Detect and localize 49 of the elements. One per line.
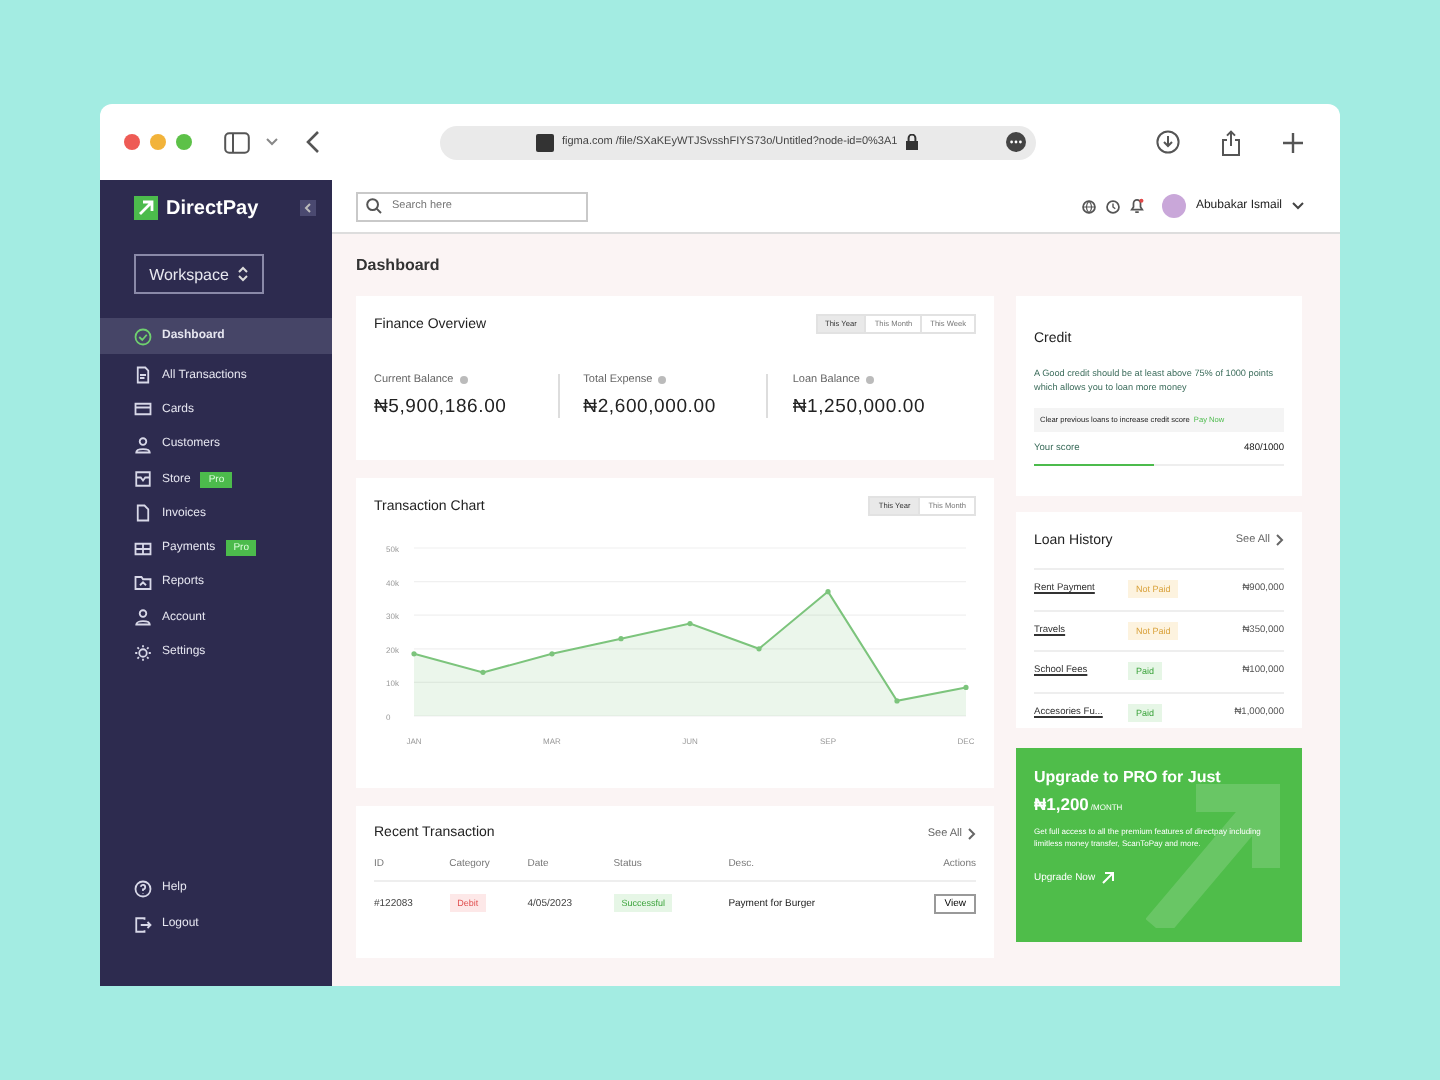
sidebar-toggle-icon[interactable]	[224, 131, 250, 153]
file-icon	[134, 504, 152, 523]
person-icon	[134, 435, 152, 454]
download-icon[interactable]	[1156, 130, 1180, 154]
add-tab-icon[interactable]	[1282, 131, 1304, 153]
close-window-icon[interactable]	[124, 134, 140, 150]
price: ₦1,200	[1034, 794, 1089, 814]
stat-value: ₦1,250,000.00	[792, 396, 928, 418]
more-icon[interactable]	[1006, 132, 1026, 152]
folder-icon	[134, 573, 152, 592]
help-icon	[134, 879, 152, 898]
collapse-icon[interactable]	[300, 200, 316, 216]
data-point	[618, 636, 624, 642]
data-point	[480, 669, 486, 675]
person-icon	[134, 608, 152, 627]
chevron-right-icon	[1276, 534, 1284, 546]
data-point	[756, 646, 762, 652]
back-icon[interactable]	[306, 130, 320, 154]
gear-icon	[134, 643, 152, 662]
site-icon	[536, 133, 554, 151]
arrow-up-right-icon	[1101, 871, 1114, 884]
document-icon	[134, 366, 152, 385]
card-icon	[134, 400, 152, 419]
data-point	[894, 698, 900, 704]
data-point	[825, 589, 831, 595]
sort-icon	[238, 266, 249, 282]
page-title: Dashboard	[356, 254, 442, 278]
logo-text: DirectPay	[166, 197, 259, 219]
logout-icon	[134, 915, 152, 934]
chevron-down-icon[interactable]	[1292, 202, 1304, 210]
box-icon	[134, 470, 152, 489]
upgrade-title: Upgrade to PRO for Just	[1034, 768, 1223, 786]
globe-icon[interactable]	[1081, 199, 1096, 213]
workspace-selector[interactable]: Workspace	[134, 254, 264, 294]
stat-value: ₦5,900,186.00	[374, 396, 509, 418]
share-icon[interactable]	[1220, 129, 1242, 155]
stat-value: ₦2,600,000.00	[583, 396, 718, 418]
clock-icon[interactable]	[1105, 199, 1120, 213]
info-icon	[459, 376, 468, 384]
logo-icon	[134, 196, 158, 220]
chevron-right-icon	[968, 827, 976, 839]
info-icon	[865, 376, 874, 384]
data-point	[549, 651, 555, 657]
bell-icon[interactable]	[1129, 198, 1144, 214]
data-point	[411, 651, 417, 657]
data-point	[963, 684, 969, 691]
data-point	[687, 621, 693, 627]
info-icon	[658, 376, 667, 384]
lock-icon	[905, 134, 918, 150]
